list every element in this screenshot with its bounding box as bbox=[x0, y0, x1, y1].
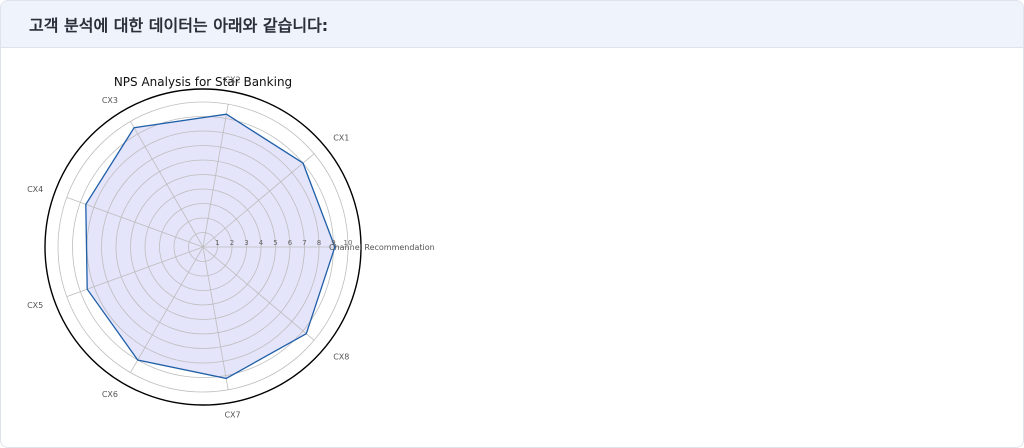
category-label: CX3 bbox=[102, 96, 118, 105]
radial-tick-label: 4 bbox=[259, 239, 264, 247]
response-card: 고객 분석에 대한 데이터는 아래와 같습니다: NPS Analysis fo… bbox=[0, 0, 1024, 448]
category-label: Channel Recommendation bbox=[329, 243, 435, 252]
radial-tick-label: 1 bbox=[215, 239, 219, 247]
radar-grid bbox=[44, 88, 362, 406]
radial-tick-label: 6 bbox=[288, 239, 293, 247]
radial-tick-label: 7 bbox=[302, 239, 306, 247]
radial-tick-label: 2 bbox=[230, 239, 234, 247]
category-label: CX5 bbox=[27, 301, 43, 310]
category-label: CX8 bbox=[333, 352, 349, 361]
chart-container: NPS Analysis for Star Banking 1234567891… bbox=[1, 49, 441, 433]
category-label: CX1 bbox=[333, 134, 349, 143]
response-header: 고객 분석에 대한 데이터는 아래와 같습니다: bbox=[1, 1, 1023, 48]
category-label: CX7 bbox=[224, 410, 240, 419]
chart-title: NPS Analysis for Star Banking bbox=[114, 75, 292, 89]
radial-tick-label: 3 bbox=[244, 239, 248, 247]
radial-tick-label: 5 bbox=[273, 239, 277, 247]
header-text: 고객 분석에 대한 데이터는 아래와 같습니다: bbox=[29, 16, 329, 35]
radial-tick-label: 8 bbox=[317, 239, 321, 247]
radar-chart: NPS Analysis for Star Banking 1234567891… bbox=[27, 75, 435, 419]
category-label: CX4 bbox=[27, 185, 43, 194]
category-label: CX6 bbox=[102, 390, 118, 399]
category-label: CX2 bbox=[224, 76, 240, 85]
